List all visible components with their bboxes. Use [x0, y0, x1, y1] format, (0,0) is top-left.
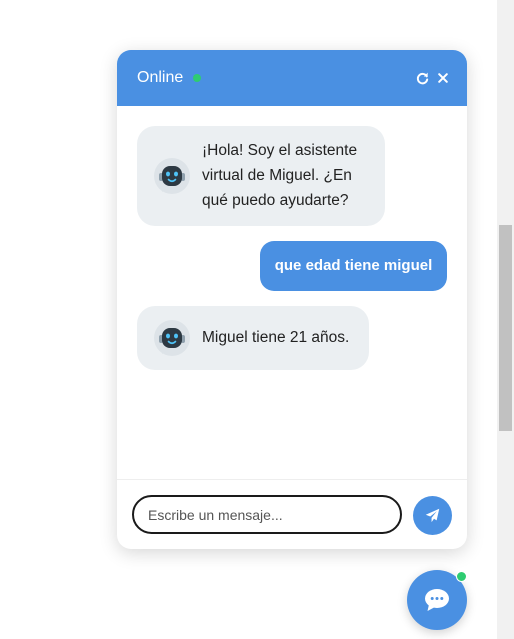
- page-scrollbar-thumb[interactable]: [499, 225, 512, 431]
- send-button[interactable]: [413, 496, 452, 535]
- bot-message: ¡Hola! Soy el asistente virtual de Migue…: [137, 126, 385, 226]
- bot-avatar-icon: [154, 320, 190, 356]
- page-scrollbar[interactable]: [497, 0, 514, 639]
- refresh-icon: [416, 72, 428, 84]
- bot-message-text: ¡Hola! Soy el asistente virtual de Migue…: [202, 142, 358, 209]
- online-status-dot: [193, 74, 201, 82]
- launcher-status-dot: [456, 571, 467, 582]
- chat-window: Online ¡Hola! Soy el asistente virtual d…: [117, 50, 467, 549]
- bot-avatar-icon: [154, 158, 190, 194]
- user-message: que edad tiene miguel: [260, 241, 447, 291]
- input-divider: [117, 479, 467, 480]
- chat-bubble-icon: [425, 589, 449, 611]
- paper-plane-icon: [425, 508, 440, 523]
- message-input[interactable]: [132, 495, 402, 534]
- chat-status-title: Online: [137, 69, 184, 86]
- chat-header: Online: [117, 50, 467, 106]
- bot-message: Miguel tiene 21 años.: [137, 306, 369, 370]
- close-icon: [438, 73, 448, 83]
- refresh-button[interactable]: [414, 68, 430, 88]
- bot-message-text: Miguel tiene 21 años.: [202, 329, 350, 346]
- close-button[interactable]: [435, 68, 451, 88]
